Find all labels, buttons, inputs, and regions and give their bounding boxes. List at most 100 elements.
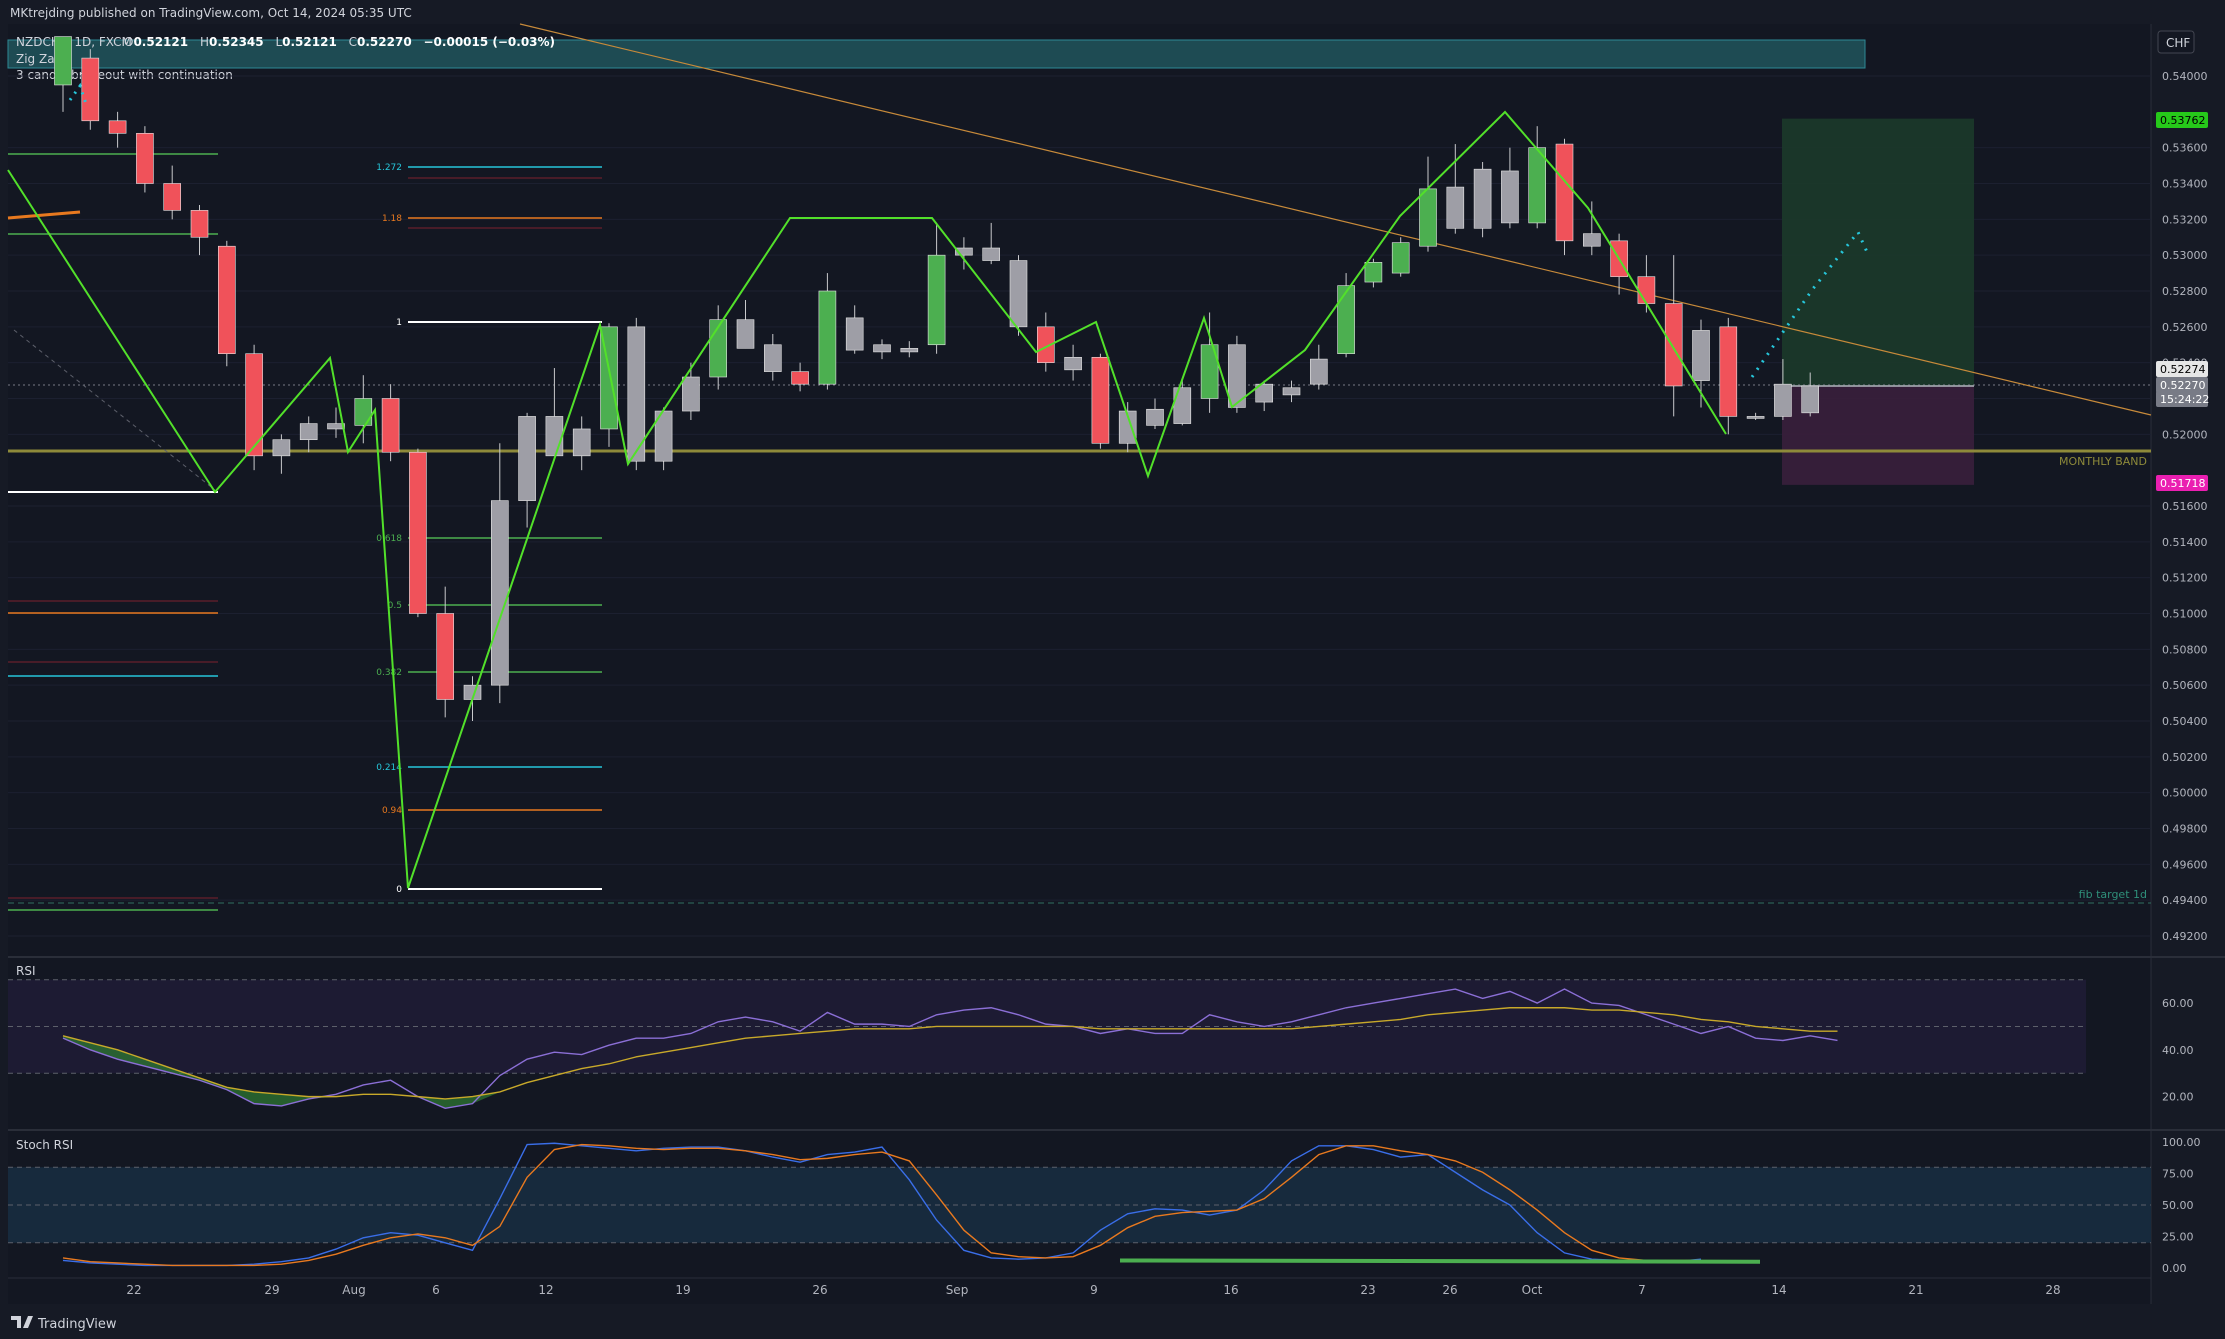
price-tick-label: 0.50400 <box>2162 715 2208 728</box>
price-tick-label: 0.49200 <box>2162 930 2208 943</box>
candle-body <box>299 423 318 441</box>
candle-body <box>436 613 455 700</box>
candle-body <box>1391 242 1410 274</box>
stoch-title[interactable]: Stoch RSI <box>16 1138 73 1152</box>
price-tick-label: 0.53400 <box>2162 178 2208 191</box>
candle-body <box>354 398 373 426</box>
candle-body <box>1446 186 1465 229</box>
candle-body <box>409 451 427 614</box>
price-tick-label: 0.49400 <box>2162 894 2208 907</box>
candle-body <box>927 254 946 346</box>
low-value: 0.52121 <box>282 35 337 49</box>
time-axis-label: Sep <box>946 1283 969 1297</box>
fib-level-label: 0 <box>396 885 402 895</box>
candle-body <box>81 57 100 122</box>
fib-level-label: 1.18 <box>382 214 402 224</box>
candle-body <box>1419 188 1437 247</box>
candle-body <box>272 439 291 457</box>
candle-body <box>1637 276 1656 304</box>
candle-body <box>1091 356 1110 444</box>
candle-body <box>1337 285 1355 355</box>
rsi-title[interactable]: RSI <box>16 964 36 978</box>
rsi-tick-label: 20.00 <box>2162 1091 2194 1104</box>
candle-body <box>1692 330 1710 381</box>
candle-body <box>1310 358 1328 385</box>
candle-body <box>1473 168 1492 229</box>
time-axis-label: Aug <box>342 1283 365 1297</box>
candle-body <box>1282 387 1301 396</box>
symbol-title[interactable]: NZDCHF, 1D, FXCM <box>16 35 132 49</box>
change-value: −0.00015 (−0.03%) <box>424 35 556 49</box>
candle-body <box>136 133 154 184</box>
time-axis-label: 22 <box>126 1283 141 1297</box>
price-tick-label: 0.50600 <box>2162 679 2208 692</box>
candle-body <box>682 376 700 412</box>
fib-level-label: 0.382 <box>376 668 402 678</box>
time-axis-label: Oct <box>1522 1283 1543 1297</box>
open-label: O <box>124 35 133 49</box>
time-axis-label: 23 <box>1360 1283 1375 1297</box>
price-tick-label: 0.52600 <box>2162 321 2208 334</box>
time-axis-label: 12 <box>538 1283 553 1297</box>
price-tick-label: 0.50800 <box>2162 643 2208 656</box>
stoch-tick-label: 0.00 <box>2162 1262 2187 1275</box>
time-axis-label: 26 <box>1442 1283 1457 1297</box>
fib-level-label: 0.5 <box>388 601 402 611</box>
candle-body <box>1364 262 1383 283</box>
candle-body <box>1746 416 1765 419</box>
fib-level-label: 0.94 <box>382 806 402 816</box>
trade-zone-layer <box>1782 118 1974 485</box>
candle-body <box>54 36 72 86</box>
candle-body <box>545 416 564 457</box>
published-caption: MKtrejding published on TradingView.com,… <box>10 6 412 20</box>
price-tick-label: 0.49800 <box>2162 823 2208 836</box>
candle-body <box>1528 147 1546 224</box>
price-tick-label: 0.51600 <box>2162 500 2208 513</box>
candle-body <box>1774 383 1792 417</box>
candle-body <box>190 210 209 238</box>
time-axis-label: 26 <box>812 1283 827 1297</box>
candle-body <box>873 344 891 353</box>
fib-level-label: 0.214 <box>376 763 402 773</box>
price-tick-label: 0.51000 <box>2162 608 2208 621</box>
stoch-tick-label: 25.00 <box>2162 1231 2194 1244</box>
price-tick-label: 0.50200 <box>2162 751 2208 764</box>
candle-body <box>845 317 864 351</box>
time-axis-label: 21 <box>1908 1283 1923 1297</box>
price-tick-label: 0.54000 <box>2162 70 2208 83</box>
price-badge-label: 15:24:22 <box>2160 393 2209 406</box>
stoch-tick-label: 100.00 <box>2162 1136 2201 1149</box>
price-tick-label: 0.53600 <box>2162 142 2208 155</box>
price-tick-label: 0.52000 <box>2162 428 2208 441</box>
price-badge-label: 0.52274 <box>2160 363 2206 376</box>
fib-level-label: 0.618 <box>376 534 402 544</box>
time-axis-label: 7 <box>1638 1283 1646 1297</box>
stoch-tick-label: 75.00 <box>2162 1168 2194 1181</box>
close-label: C <box>349 35 357 49</box>
price-tick-label: 0.49600 <box>2162 858 2208 871</box>
fib-level-label: 1.272 <box>376 163 402 173</box>
candle-body <box>490 500 509 686</box>
candle-body <box>900 348 919 353</box>
close-value: 0.52270 <box>357 35 412 49</box>
candle-body <box>381 398 400 453</box>
fib-target-label: fib target 1d <box>2079 888 2147 901</box>
rsi-tick-label: 40.00 <box>2162 1044 2194 1057</box>
high-label: H <box>200 35 209 49</box>
indicator-3candle[interactable]: 3 candle brakeout with continuation <box>16 68 233 82</box>
time-axis-label: 28 <box>2045 1283 2060 1297</box>
chart-canvas: MKtrejding published on TradingView.com,… <box>0 0 2225 1339</box>
stoch-tick-label: 50.00 <box>2162 1199 2194 1212</box>
candle-body <box>791 371 809 385</box>
price-tick-label: 0.51200 <box>2162 572 2208 585</box>
time-axis-label: 16 <box>1223 1283 1238 1297</box>
price-badge-label: 0.53762 <box>2160 114 2206 127</box>
candle-body <box>1555 143 1574 242</box>
time-axis-label: 19 <box>675 1283 690 1297</box>
fib-level-label: 1 <box>396 318 402 328</box>
price-badge-label: 0.52270 <box>2160 379 2206 392</box>
candle-body <box>1583 233 1601 247</box>
tradingview-logo-text: TradingView <box>37 1317 117 1332</box>
candle-body <box>763 344 782 372</box>
time-axis-label: 29 <box>264 1283 279 1297</box>
